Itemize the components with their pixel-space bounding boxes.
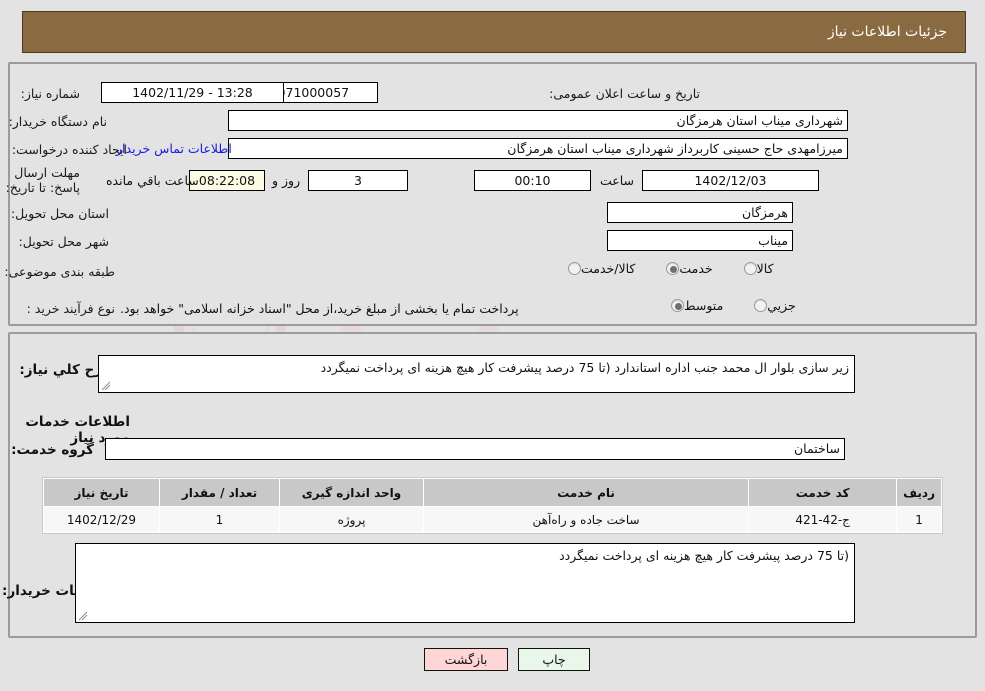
deadline-label: مهلت ارسال پاسخ: تا تاریخ: <box>5 165 80 195</box>
process-option-label: جزيي <box>767 298 796 313</box>
category-option-label: خدمت <box>679 261 713 276</box>
cell-quantity: 1 <box>159 506 280 533</box>
description-textarea[interactable]: زیر سازی بلوار ال محمد جنب اداره استاندا… <box>98 355 855 393</box>
radio-icon[interactable] <box>671 299 684 312</box>
category-option-khedmat[interactable]: خدمت <box>661 261 713 276</box>
announce-datetime-value: 13:28 - 1402/11/29 <box>101 82 284 103</box>
category-radio-group[interactable]: کالا خدمت کالا/خدمت <box>537 261 774 276</box>
creator-label: ایجاد کننده درخواست: <box>11 142 127 157</box>
need-number-label: شماره نیاز: <box>20 86 80 101</box>
col-row-no: ردیف <box>896 478 942 507</box>
category-option-label: کالا <box>756 261 774 276</box>
col-service-name: نام خدمت <box>422 478 750 507</box>
page-header: جزئیات اطلاعات نیاز <box>22 11 966 53</box>
process-option-jozi[interactable]: جزيي <box>749 298 796 313</box>
page-title: جزئیات اطلاعات نیاز <box>827 24 947 40</box>
table-row[interactable]: 1 ج-42-421 ساخت جاده و راه‌آهن پروژه 1 1… <box>43 506 942 533</box>
days-remaining-value: 3 <box>308 170 408 191</box>
radio-icon[interactable] <box>568 262 581 275</box>
city-label: شهر محل تحویل: <box>18 234 109 249</box>
services-table-wrap: ردیف کد خدمت نام خدمت واحد اندازه گیری ت… <box>42 477 943 534</box>
services-table: ردیف کد خدمت نام خدمت واحد اندازه گیری ت… <box>43 478 942 533</box>
category-option-kala[interactable]: کالا <box>739 261 774 276</box>
process-label: نوع فرآیند خرید : <box>26 301 115 316</box>
back-button[interactable]: بازگشت <box>424 648 508 671</box>
payment-note: پرداخت تمام یا بخشی از مبلغ خرید،از محل … <box>120 301 519 316</box>
deadline-time-value: 00:10 <box>474 170 591 191</box>
cell-need-date: 1402/12/29 <box>43 506 160 533</box>
cell-row-no: 1 <box>896 506 942 533</box>
days-label: روز و <box>272 173 301 188</box>
radio-icon[interactable] <box>666 262 680 275</box>
buyer-notes-textarea[interactable]: (تا 75 درصد پیشرفت کار هیچ هزینه ای پردا… <box>75 543 855 623</box>
service-group-label: گروه خدمت: <box>11 442 94 458</box>
buyer-notes-value: (تا 75 درصد پیشرفت کار هیچ هزینه ای پردا… <box>559 548 849 563</box>
creator-value: میرزامهدی حاج حسینی کاربرداز شهرداری مین… <box>228 138 848 159</box>
col-unit: واحد اندازه گیری <box>279 478 424 507</box>
radio-icon[interactable] <box>754 299 768 312</box>
category-label: طبقه بندی موضوعی: <box>4 264 115 279</box>
service-group-value: ساختمان <box>105 438 845 460</box>
process-option-motavaset[interactable]: متوسط <box>666 298 723 313</box>
buyer-org-value: شهرداری میناب استان هرمزگان <box>228 110 848 131</box>
province-label: استان محل تحویل: <box>10 206 109 221</box>
deadline-date-value: 1402/12/03 <box>642 170 819 191</box>
table-header-row: ردیف کد خدمت نام خدمت واحد اندازه گیری ت… <box>43 478 942 507</box>
description-value: زیر سازی بلوار ال محمد جنب اداره استاندا… <box>320 360 849 375</box>
print-button[interactable]: چاپ <box>518 648 590 671</box>
category-option-label: کالا/خدمت <box>581 261 636 276</box>
buyer-contact-link[interactable]: اطلاعات تماس خریدار <box>116 141 232 156</box>
city-value: میناب <box>607 230 793 251</box>
category-option-kala-khedmat[interactable]: کالا/خدمت <box>563 261 635 276</box>
radio-icon[interactable] <box>743 262 757 275</box>
col-service-code: کد خدمت <box>748 478 898 507</box>
col-quantity: تعداد / مقدار <box>159 478 280 507</box>
cell-service-code: ج-42-421 <box>748 506 898 533</box>
hour-label: ساعت <box>600 173 635 188</box>
clock-remaining-value: 08:22:08 <box>189 170 265 191</box>
process-option-label: متوسط <box>684 298 724 313</box>
province-value: هرمزگان <box>607 202 793 223</box>
cell-service-name: ساخت جاده و راه‌آهن <box>422 506 750 533</box>
resize-grip-icon[interactable] <box>78 611 88 621</box>
remaining-suffix-label: ساعت باقي مانده <box>106 173 199 188</box>
col-need-date: تاریخ نیاز <box>43 478 160 507</box>
process-radio-group[interactable]: جزيي متوسط <box>640 298 796 313</box>
cell-unit: پروژه <box>279 506 424 533</box>
buyer-org-label: نام دستگاه خریدار: <box>8 114 107 129</box>
resize-grip-icon[interactable] <box>101 381 111 391</box>
